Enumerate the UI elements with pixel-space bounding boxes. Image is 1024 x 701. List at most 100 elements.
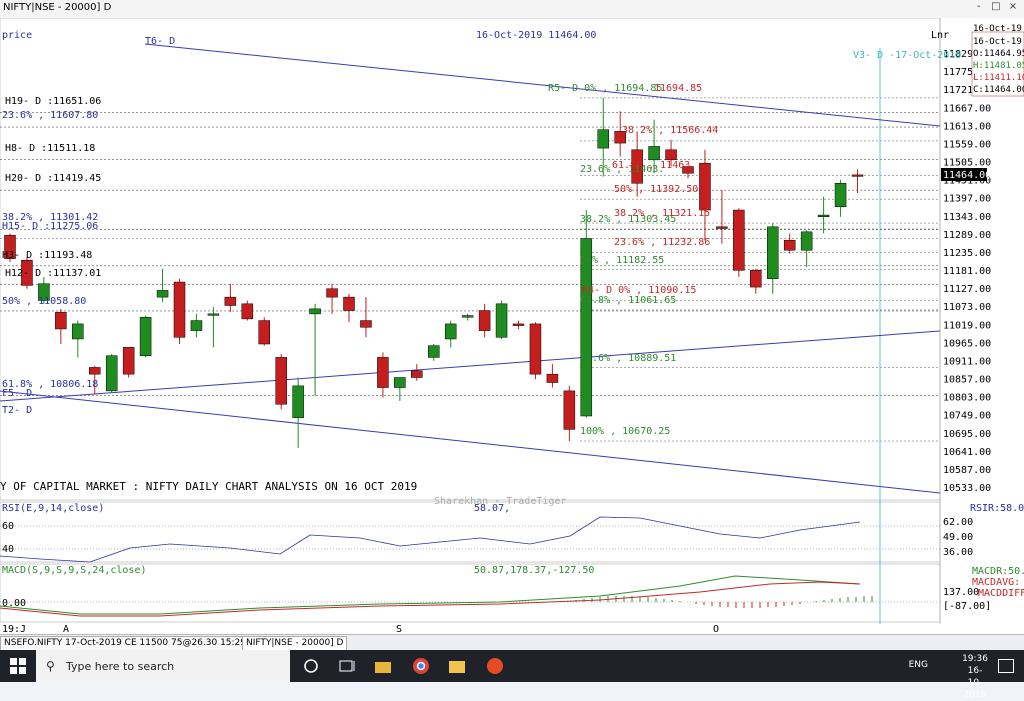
level-label: T6- D: [145, 36, 175, 47]
level-label: H8- D :11511.18: [5, 143, 95, 154]
scale-mode: Lnr: [931, 30, 949, 41]
fib-label-red: 11694.85: [654, 83, 702, 94]
folder-icon[interactable]: [446, 656, 468, 676]
windows-start-icon[interactable]: [10, 658, 26, 674]
candle-body: [105, 355, 118, 392]
candle-body: [72, 323, 84, 340]
level-label: H12- D :11137.01: [5, 268, 101, 279]
fib-label-green: 100% , 10670.25: [580, 426, 670, 437]
candle-body: [783, 239, 796, 251]
candle-body: [156, 290, 169, 298]
price-tick: 10857.00: [943, 375, 991, 386]
candle-body: [258, 320, 270, 345]
tradetiger-icon[interactable]: [484, 656, 506, 676]
candle-body: [665, 149, 677, 161]
taskbar-search[interactable]: ⚲ Type here to search: [36, 650, 290, 682]
price-tick: 11289.00: [943, 230, 991, 241]
windows-taskbar: ⚲ Type here to search ENG 19:36 16-10-20…: [0, 650, 1024, 700]
rsi-axis-40: 40: [2, 544, 14, 555]
macd-axis-r1: 137.00: [943, 587, 979, 598]
clock[interactable]: 19:36 16-10-2019: [962, 653, 988, 701]
candle-body: [733, 209, 745, 271]
window-titlebar: NIFTY|NSE - 20000] D - □ ×: [0, 0, 1024, 19]
info-close: C:11464.00: [973, 85, 1024, 95]
clock-date: 16-10-2019: [963, 666, 987, 700]
candle-body: [190, 320, 203, 331]
candle-body: [767, 226, 779, 279]
info-low: L:11411.10: [973, 73, 1024, 83]
macd-right-3: MACDDIFF:: [978, 588, 1024, 599]
rsi-right-label: RSIR:58.07: [970, 503, 1024, 514]
macd-right-2: MACDAVG:: [972, 577, 1020, 588]
candle-body: [495, 303, 508, 338]
notification-icon[interactable]: [998, 659, 1014, 673]
candle-body: [343, 296, 355, 311]
candle-body: [817, 214, 830, 218]
fib-label-green: R5- D 0% , 11694.85: [548, 83, 662, 94]
info-date-top: 16-Oct-19: [973, 24, 1022, 34]
candle-body: [360, 320, 372, 328]
level-label: H19- D :11651.06: [5, 96, 101, 107]
level-label: 50% , 11058.80: [2, 296, 86, 307]
price-tick: 10803.00: [943, 393, 991, 404]
candle-body: [292, 385, 304, 418]
candle-body: [648, 146, 660, 161]
level-label: H15- D :11275.06: [2, 221, 98, 232]
candle-body: [461, 315, 474, 318]
clock-time: 19:36: [962, 654, 988, 664]
fib-label-green: 50% , 11182.55: [580, 255, 664, 266]
price-chart-svg[interactable]: T6- D H19- D :11651.06 23.6% , 11607.80 H8-…: [0, 18, 1024, 634]
vline-label: V3- D -17-Oct-2019: [853, 50, 961, 61]
candle-body: [851, 174, 864, 177]
candle-body: [224, 296, 237, 306]
x-label-sep: S: [396, 624, 402, 634]
candle-body: [834, 183, 847, 207]
candle-body: [750, 270, 762, 288]
file-explorer-icon[interactable]: [372, 656, 394, 676]
price-tick: 10587.00: [943, 465, 991, 476]
tab-nifty-daily[interactable]: NIFTY|NSE - 20000] D: [242, 636, 348, 651]
candle-body: [394, 377, 406, 388]
price-tick: 11343.00: [943, 212, 991, 223]
price-tick: 11235.00: [943, 248, 991, 259]
price-tick: 10911.00: [943, 356, 991, 367]
task-view-icon[interactable]: [336, 656, 358, 676]
price-tick: 11181.00: [943, 266, 991, 277]
level-label: 23.6% , 11607.80: [2, 110, 98, 121]
minimize-button[interactable]: -: [972, 1, 986, 12]
close-button[interactable]: ×: [1006, 1, 1020, 12]
candle-body: [122, 347, 135, 375]
price-panel: [0, 18, 941, 501]
current-price: 11464.00: [943, 170, 991, 181]
rsi-panel: [0, 501, 941, 563]
candle-body: [309, 308, 321, 315]
x-label-oct: O: [713, 624, 719, 634]
language-indicator[interactable]: ENG: [909, 660, 928, 670]
ohlc-info-box: 16-Oct-19 16-Oct-19 O:11464.95 H:11481.0…: [971, 24, 1024, 97]
fib-label-red: 50% , 11392.50: [614, 184, 698, 195]
fib-label-red: R4- D 0% , 11090.15: [582, 285, 696, 296]
macd-right-1: MACDR:50.8: [972, 566, 1024, 577]
search-icon: ⚲: [46, 659, 55, 673]
candle-body: [512, 323, 525, 326]
rsi-axis-r2: 49.00: [943, 532, 973, 543]
level-label: H3- D :11193.48: [2, 250, 92, 261]
candle-body: [478, 310, 491, 331]
candle-body: [411, 370, 423, 378]
info-date: 16-Oct-19: [973, 37, 1022, 47]
cortana-icon[interactable]: [300, 656, 322, 676]
price-tick: 11073.00: [943, 302, 991, 313]
price-tick: 10695.00: [943, 429, 991, 440]
level-label: H20- D :11419.45: [5, 173, 101, 184]
chart-area[interactable]: T6- D H19- D :11651.06 23.6% , 11607.80 H8-…: [0, 18, 1024, 634]
level-label: T2- D: [2, 405, 32, 416]
price-tick: 11505.00: [943, 158, 991, 169]
tab-nsefo-nifty[interactable]: NSEFO.NIFTY 17-Oct-2019 CE 11500 75@26.3…: [0, 636, 279, 651]
candle-body: [89, 367, 101, 375]
candle-body: [241, 303, 254, 320]
maximize-button[interactable]: □: [989, 1, 1003, 12]
candle-body: [597, 129, 609, 149]
macd-axis-r2: [-87.00]: [943, 601, 991, 612]
chrome-icon[interactable]: [410, 656, 432, 676]
price-tick: 10641.00: [943, 447, 991, 458]
